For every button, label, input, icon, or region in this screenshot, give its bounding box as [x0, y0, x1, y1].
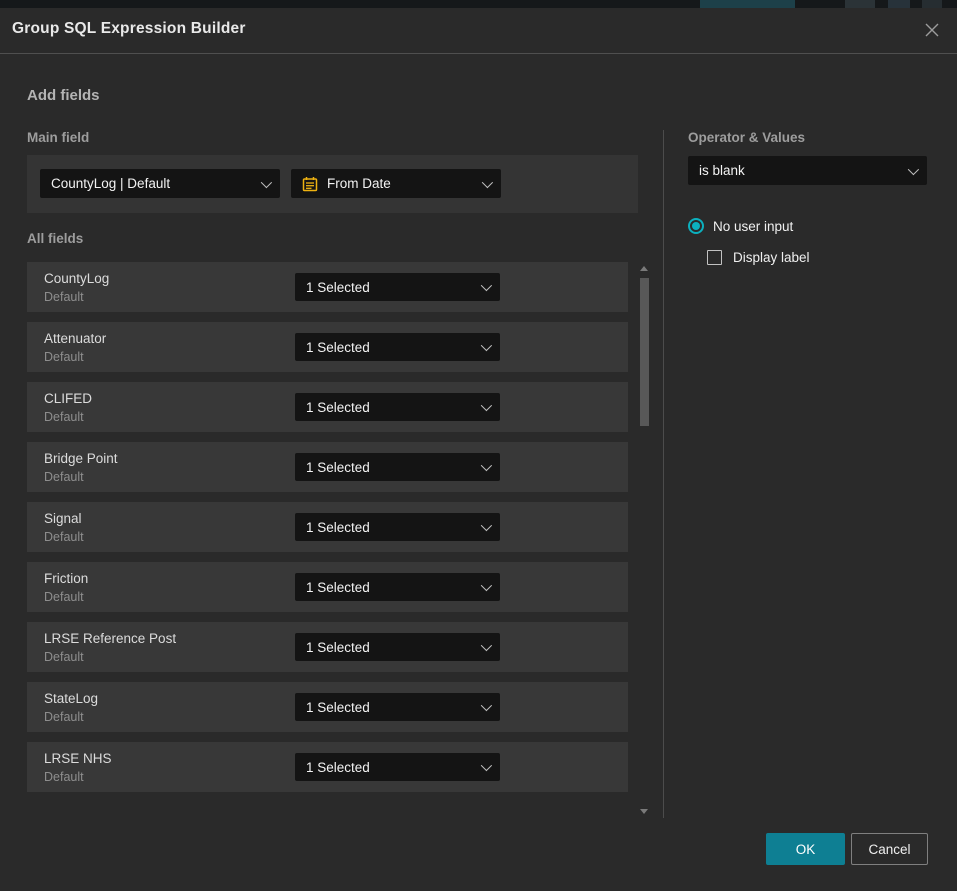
- field-name: Friction: [44, 571, 88, 586]
- field-selection-select[interactable]: 1 Selected: [295, 513, 500, 541]
- field-selection-select[interactable]: 1 Selected: [295, 273, 500, 301]
- field-selection-value: 1 Selected: [306, 580, 473, 595]
- field-name: LRSE NHS: [44, 751, 112, 766]
- field-subtitle: Default: [44, 770, 84, 784]
- vertical-divider: [663, 130, 664, 818]
- field-subtitle: Default: [44, 650, 84, 664]
- field-name: Signal: [44, 511, 82, 526]
- field-selection-value: 1 Selected: [306, 760, 473, 775]
- all-fields-label: All fields: [27, 231, 83, 246]
- field-name: StateLog: [44, 691, 98, 706]
- main-field-source-value: CountyLog | Default: [51, 176, 253, 191]
- chevron-down-icon: [481, 520, 492, 531]
- field-row: LRSE NHS Default 1 Selected: [27, 742, 628, 792]
- field-subtitle: Default: [44, 590, 84, 604]
- field-selection-value: 1 Selected: [306, 400, 473, 415]
- field-selection-select[interactable]: 1 Selected: [295, 573, 500, 601]
- scrollbar-thumb[interactable]: [640, 278, 649, 426]
- field-row: Signal Default 1 Selected: [27, 502, 628, 552]
- chevron-down-icon: [481, 640, 492, 651]
- field-selection-value: 1 Selected: [306, 460, 473, 475]
- chevron-down-icon: [261, 176, 272, 187]
- chevron-down-icon: [482, 176, 493, 187]
- field-selection-value: 1 Selected: [306, 640, 473, 655]
- fields-list-scrollbar[interactable]: [637, 260, 652, 816]
- field-selection-value: 1 Selected: [306, 700, 473, 715]
- field-selection-value: 1 Selected: [306, 280, 473, 295]
- dialog-title: Group SQL Expression Builder: [12, 20, 246, 38]
- group-sql-expression-builder-dialog: Group SQL Expression Builder Add fields …: [0, 8, 957, 891]
- background-fragment: [922, 0, 942, 8]
- field-subtitle: Default: [44, 350, 84, 364]
- no-user-input-label: No user input: [713, 219, 793, 234]
- operator-values-label: Operator & Values: [688, 130, 805, 145]
- chevron-down-icon: [908, 163, 919, 174]
- scroll-up-icon[interactable]: [640, 266, 648, 271]
- field-selection-select[interactable]: 1 Selected: [295, 633, 500, 661]
- chevron-down-icon: [481, 340, 492, 351]
- all-fields-list: CountyLog Default 1 Selected Attenuator …: [27, 262, 628, 802]
- radio-selected-icon: [688, 218, 704, 234]
- field-subtitle: Default: [44, 410, 84, 424]
- background-fragment: [888, 0, 910, 8]
- background-fragment: [700, 0, 795, 8]
- main-field-field-select[interactable]: From Date: [291, 169, 501, 198]
- field-selection-select[interactable]: 1 Selected: [295, 333, 500, 361]
- field-subtitle: Default: [44, 710, 84, 724]
- display-label-checkbox[interactable]: Display label: [707, 250, 810, 265]
- chevron-down-icon: [481, 700, 492, 711]
- field-name: Bridge Point: [44, 451, 118, 466]
- main-field-source-select[interactable]: CountyLog | Default: [40, 169, 280, 198]
- field-name: CountyLog: [44, 271, 109, 286]
- field-selection-select[interactable]: 1 Selected: [295, 753, 500, 781]
- add-fields-heading: Add fields: [27, 87, 100, 104]
- field-row: CLIFED Default 1 Selected: [27, 382, 628, 432]
- field-selection-value: 1 Selected: [306, 520, 473, 535]
- field-subtitle: Default: [44, 530, 84, 544]
- scroll-down-icon[interactable]: [640, 809, 648, 814]
- field-name: LRSE Reference Post: [44, 631, 176, 646]
- field-row: StateLog Default 1 Selected: [27, 682, 628, 732]
- no-user-input-radio[interactable]: No user input: [688, 218, 793, 234]
- field-row: Attenuator Default 1 Selected: [27, 322, 628, 372]
- cancel-button[interactable]: Cancel: [851, 833, 928, 865]
- checkbox-unchecked-icon: [707, 250, 722, 265]
- chevron-down-icon: [481, 460, 492, 471]
- chevron-down-icon: [481, 760, 492, 771]
- field-row: LRSE Reference Post Default 1 Selected: [27, 622, 628, 672]
- background-app-strip: [0, 0, 957, 8]
- close-icon[interactable]: [921, 19, 943, 41]
- field-selection-select[interactable]: 1 Selected: [295, 693, 500, 721]
- background-fragment: [845, 0, 875, 8]
- main-field-field-value: From Date: [327, 176, 474, 191]
- chevron-down-icon: [481, 280, 492, 291]
- field-row: Friction Default 1 Selected: [27, 562, 628, 612]
- main-field-panel: CountyLog | Default From Date: [27, 155, 638, 213]
- field-selection-select[interactable]: 1 Selected: [295, 393, 500, 421]
- ok-button[interactable]: OK: [766, 833, 845, 865]
- field-subtitle: Default: [44, 470, 84, 484]
- display-label-label: Display label: [733, 250, 810, 265]
- main-field-label: Main field: [27, 130, 89, 145]
- field-subtitle: Default: [44, 290, 84, 304]
- operator-select[interactable]: is blank: [688, 156, 927, 185]
- field-row: CountyLog Default 1 Selected: [27, 262, 628, 312]
- calendar-icon: [302, 176, 318, 192]
- field-selection-value: 1 Selected: [306, 340, 473, 355]
- field-selection-select[interactable]: 1 Selected: [295, 453, 500, 481]
- chevron-down-icon: [481, 400, 492, 411]
- field-name: Attenuator: [44, 331, 106, 346]
- operator-select-value: is blank: [699, 163, 900, 178]
- field-row: Bridge Point Default 1 Selected: [27, 442, 628, 492]
- dialog-titlebar: Group SQL Expression Builder: [0, 8, 957, 54]
- field-name: CLIFED: [44, 391, 92, 406]
- chevron-down-icon: [481, 580, 492, 591]
